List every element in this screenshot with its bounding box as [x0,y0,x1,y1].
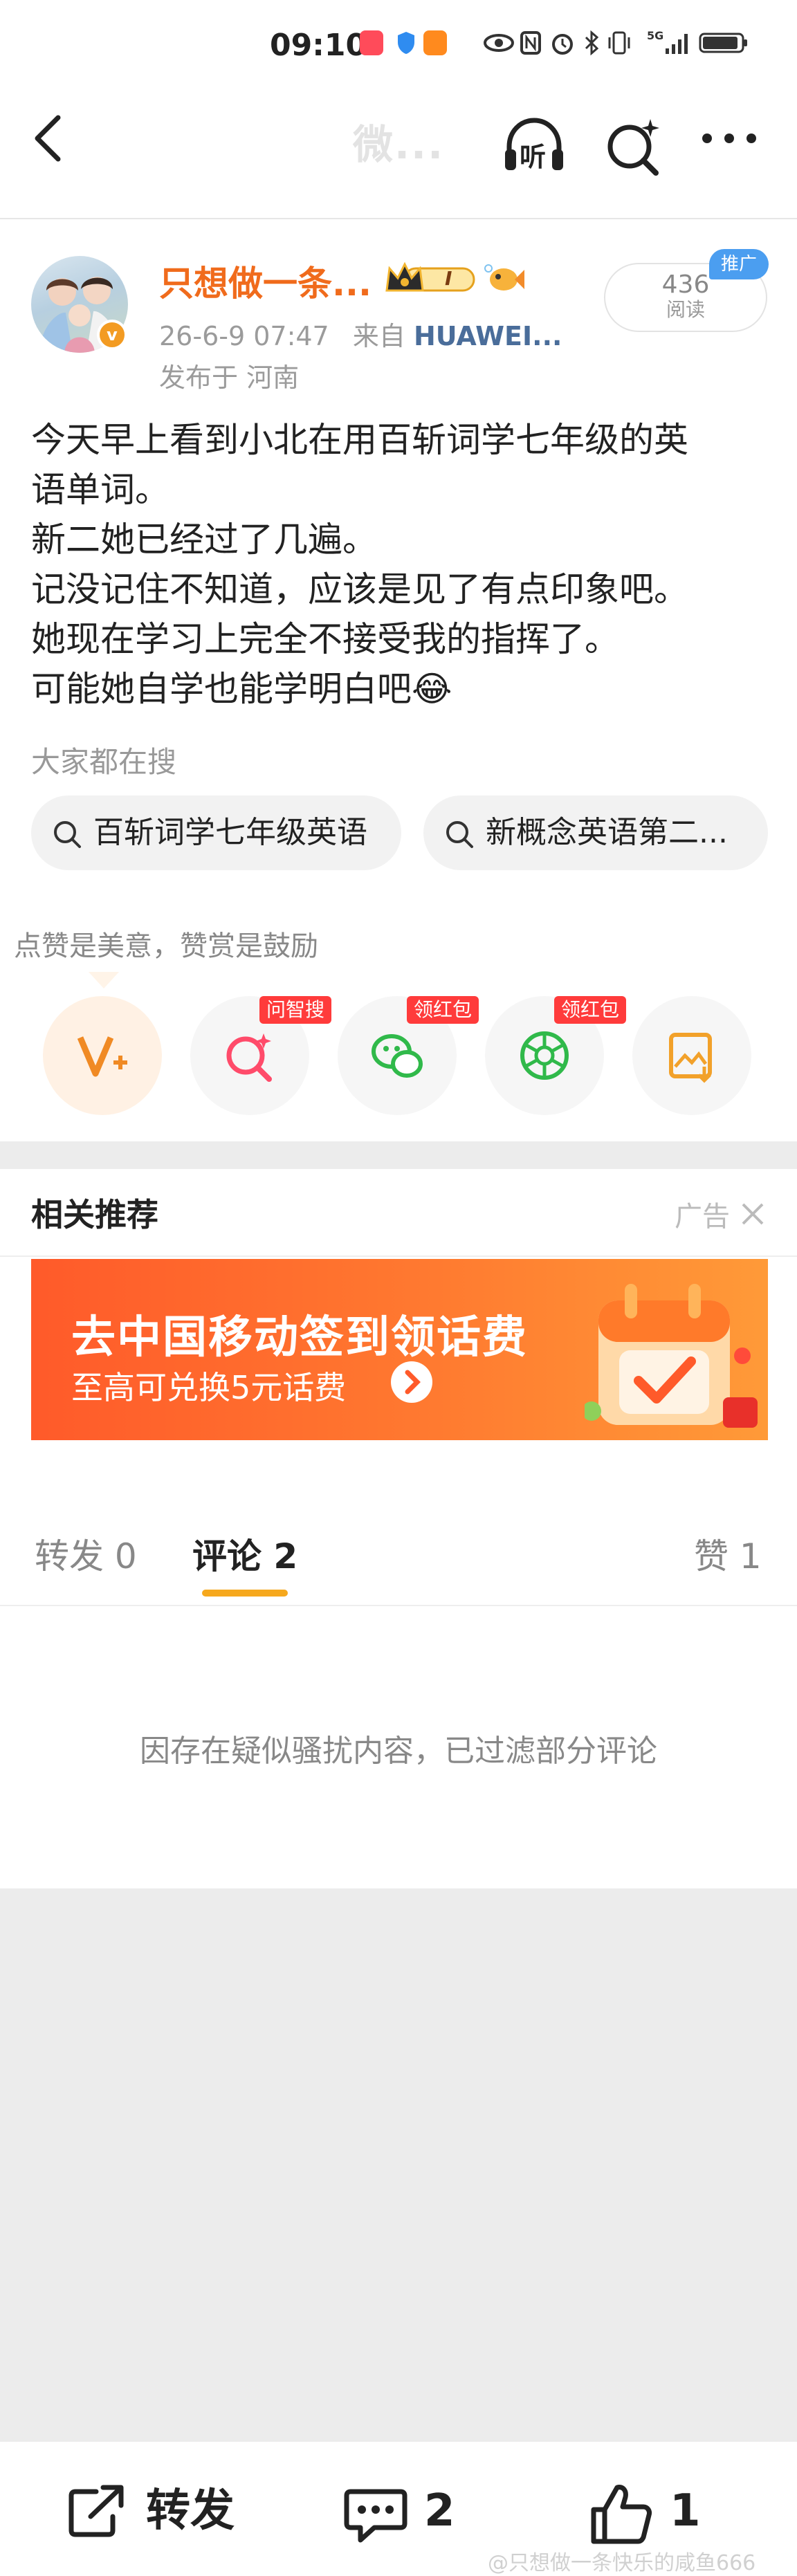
watermark: @只想做一条快乐的咸鱼666 [488,2551,756,2575]
comment-count: 2 [424,2485,455,2537]
ad-label: 广告 [675,1201,730,1233]
repost-button[interactable]: 转发 [66,2483,253,2539]
repost-label: 转发 [146,2485,235,2537]
like-button[interactable]: 1 [588,2483,713,2544]
ad-banner-arrow [391,1361,432,1403]
listen-button[interactable]: 听 [500,111,569,180]
comment-icon [344,2489,407,2543]
post-line: 今天早上看到小北在用百斩词学七年级的英 [31,420,688,460]
network-type: 5G [647,29,664,42]
close-icon[interactable] [739,1200,767,1228]
wechat-icon [372,1034,423,1078]
signal-icon [666,34,688,54]
search-chip[interactable]: 新概念英语第二... [423,795,768,870]
username[interactable]: 只想做一条... [159,256,372,306]
app-notification-icon [423,30,447,55]
chevron-right-icon [405,1370,421,1395]
tab-comment[interactable]: 评论 2 [192,1529,297,1579]
shield-icon [398,32,414,54]
filtered-notice: 因存在疑似骚扰内容，已过滤部分评论 [140,1733,657,1769]
source-prefix: 来自 [352,321,405,351]
red-packet-tag: 领红包 [407,996,479,1024]
divider [0,1255,797,1257]
post-line: 可能她自学也能学明白吧😂 [31,669,452,709]
tab-indicator [202,1590,288,1597]
level-text: I [445,267,452,290]
listen-label: 听 [520,142,547,172]
app-notification-icon [360,30,383,55]
ad-banner[interactable]: 去中国移动签到领话费 至高可兑换5元话费 [31,1259,768,1440]
ai-search-icon [226,1033,272,1082]
alarm-icon [552,34,573,55]
fish-icon [484,264,524,291]
moments-icon [520,1031,569,1080]
post-body: 今天早上看到小北在用百斩词学七年级的英 语单词。 新二她已经过了几遍。 记没记住… [31,415,771,714]
search-chip-label: 百斩词学七年级英语 [93,815,367,850]
back-arrow-icon[interactable] [28,104,69,173]
eye-icon [484,34,514,52]
related-title: 相关推荐 [31,1196,158,1233]
search-icon [446,821,473,848]
divider [0,218,797,219]
battery-icon [699,33,747,53]
tip-pointer-icon [89,972,119,988]
post-source[interactable]: HUAWEI... [414,321,562,351]
comment-button[interactable]: 2 [342,2483,467,2543]
level-badge[interactable]: I [384,261,477,295]
image-download-icon [669,1033,712,1083]
post-location: 发布于 河南 [159,362,300,393]
tab-like[interactable]: 赞 1 [694,1529,762,1579]
nav-title: 微... [353,121,445,168]
ad-banner-title: 去中国移动签到领话费 [71,1312,528,1363]
reward-tip: 点赞是美意，赞赏是鼓励 [14,930,318,962]
calendar-check-icon [585,1284,758,1428]
read-label: 阅读 [666,298,705,321]
like-count: 1 [670,2485,701,2537]
bluetooth-icon [585,30,599,55]
save-image-button[interactable] [632,996,751,1115]
ai-search-icon[interactable] [601,111,663,180]
reward-button[interactable] [43,996,162,1115]
search-chip-label: 新概念英语第二... [486,815,728,850]
post-line: 新二她已经过了几遍。 [31,519,377,560]
vibrate-icon [608,31,630,55]
post-line: 语单词。 [31,470,170,510]
promo-tag[interactable]: 推广 [709,249,769,279]
trending-search-label: 大家都在搜 [31,745,177,779]
share-icon [68,2485,124,2537]
nfc-icon [520,31,541,55]
ai-ask-tag: 问智搜 [259,996,332,1024]
ad-banner-subtitle: 至高可兑换5元话费 [71,1369,347,1406]
thumbs-up-icon [591,2485,652,2544]
search-icon [54,821,81,848]
tab-repost[interactable]: 转发 0 [35,1529,137,1579]
post-line: 她现在学习上完全不接受我的指挥了。 [31,619,619,659]
verified-badge: v [97,320,127,350]
status-time: 09:10 [270,28,367,63]
more-icon[interactable] [699,128,760,149]
search-chip[interactable]: 百斩词学七年级英语 [31,795,401,870]
v-plus-icon [77,1036,127,1077]
post-line: 记没记住不知道，应该是见了有点印象吧。 [31,569,688,609]
post-meta: 26-6-9 07:47 来自 HUAWEI... [159,315,562,353]
red-packet-tag: 领红包 [554,996,627,1024]
crown-icon [385,261,475,292]
post-timestamp: 26-6-9 07:47 [159,321,329,351]
